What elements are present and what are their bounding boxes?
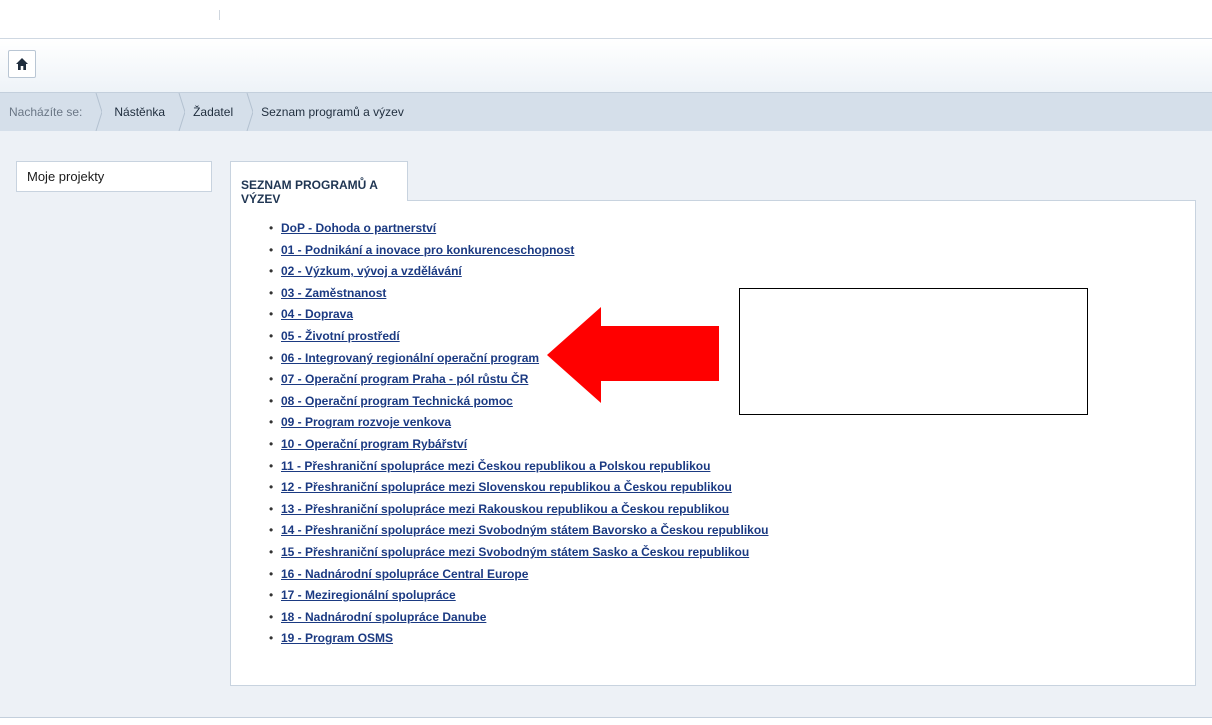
program-link[interactable]: 12 - Přeshraniční spolupráce mezi Sloven…	[281, 477, 732, 499]
program-link[interactable]: 03 - Zaměstnanost	[281, 283, 386, 305]
program-link[interactable]: 07 - Operační program Praha - pól růstu …	[281, 369, 528, 391]
bullet-icon: •	[269, 588, 274, 603]
list-item: • 10 - Operační program Rybářství	[269, 434, 768, 456]
header-bar	[0, 38, 1212, 92]
breadcrumb-item-label: Nástěnka	[114, 105, 166, 119]
program-link[interactable]: 06 - Integrovaný regionální operační pro…	[281, 348, 539, 370]
breadcrumb-item-label: Žadatel	[193, 105, 234, 119]
program-link[interactable]: 11 - Přeshraniční spolupráce mezi Českou…	[281, 456, 710, 478]
list-item: • 17 - Meziregionální spolupráce	[269, 585, 768, 607]
program-link[interactable]: 02 - Výzkum, vývoj a vzdělávání	[281, 261, 462, 283]
bullet-icon: •	[269, 393, 274, 408]
list-item: • 01 - Podnikání a inovace pro konkurence…	[269, 240, 768, 262]
sidebar-item-moje-projekty[interactable]: Moje projekty	[16, 161, 212, 192]
home-button[interactable]	[8, 50, 36, 78]
program-link[interactable]: 09 - Program rozvoje venkova	[281, 412, 451, 434]
list-item: • DoP - Dohoda o partnerství	[269, 218, 768, 240]
program-link[interactable]: 19 - Program OSMS	[281, 628, 393, 650]
divider	[219, 10, 220, 20]
bullet-icon: •	[269, 436, 274, 451]
bullet-icon: •	[269, 523, 274, 538]
bullet-icon: •	[269, 307, 274, 322]
bullet-icon: •	[269, 221, 274, 235]
bullet-icon: •	[269, 285, 274, 300]
list-item: • 03 - Zaměstnanost	[269, 283, 768, 305]
bullet-icon: •	[269, 631, 274, 646]
program-list: • DoP - Dohoda o partnerství • 01 - Podnik…	[269, 218, 768, 650]
breadcrumb-lead: Nacházíte se:	[0, 93, 103, 131]
program-link[interactable]: 15 - Přeshraniční spolupráce mezi Svobod…	[281, 542, 749, 564]
breadcrumb-item-label: Seznam programů a výzev	[261, 105, 404, 119]
breadcrumb-separator-icon	[90, 93, 103, 131]
list-item: • 12 - Přeshraniční spolupráce mezi Slove…	[269, 477, 768, 499]
bullet-icon: •	[269, 501, 274, 516]
bullet-icon: •	[269, 350, 274, 365]
bullet-icon: •	[269, 566, 274, 581]
program-list-panel: • DoP - Dohoda o partnerství • 01 - Podnik…	[230, 200, 1196, 686]
home-icon	[16, 58, 28, 70]
breadcrumb-lead-label: Nacházíte se:	[9, 105, 83, 119]
program-link[interactable]: 05 - Životní prostředí	[281, 326, 400, 348]
bullet-icon: •	[269, 415, 274, 430]
bullet-icon: •	[269, 242, 274, 257]
program-link[interactable]: 04 - Doprava	[281, 304, 353, 326]
list-item: • 13 - Přeshraniční spolupráce mezi Rakou…	[269, 499, 768, 521]
breadcrumb-item-zadatel[interactable]: Žadatel	[179, 93, 254, 131]
tab-seznam-programu[interactable]: SEZNAM PROGRAMŮ A VÝZEV	[230, 161, 408, 206]
program-link[interactable]: 14 - Přeshraniční spolupráce mezi Svobod…	[281, 520, 768, 542]
breadcrumb-item-nastenka[interactable]: Nástěnka	[96, 93, 186, 131]
program-link[interactable]: DoP - Dohoda o partnerství	[281, 218, 436, 240]
program-link[interactable]: 16 - Nadnárodní spolupráce Central Europ…	[281, 564, 528, 586]
annotation-box	[739, 288, 1088, 415]
breadcrumb-item-current: Seznam programů a výzev	[247, 93, 418, 131]
bullet-icon: •	[269, 328, 274, 343]
program-link[interactable]: 01 - Podnikání a inovace pro konkurences…	[281, 240, 574, 262]
list-item: • 19 - Program OSMS	[269, 628, 768, 650]
program-link[interactable]: 08 - Operační program Technická pomoc	[281, 391, 513, 413]
list-item: • 09 - Program rozvoje venkova	[269, 412, 768, 434]
program-link[interactable]: 10 - Operační program Rybářství	[281, 434, 467, 456]
bullet-icon: •	[269, 544, 274, 559]
program-link[interactable]: 18 - Nadnárodní spolupráce Danube	[281, 607, 486, 629]
list-item: • 14 - Přeshraniční spolupráce mezi Svobo…	[269, 520, 768, 542]
list-item: • 15 - Přeshraniční spolupráce mezi Svobo…	[269, 542, 768, 564]
bullet-icon: •	[269, 458, 274, 473]
list-item: • 02 - Výzkum, vývoj a vzdělávání	[269, 261, 768, 283]
content-area: Moje projekty SEZNAM PROGRAMŮ A VÝZEV • D…	[0, 131, 1212, 717]
list-item: • 16 - Nadnárodní spolupráce Central Euro…	[269, 564, 768, 586]
bullet-icon: •	[269, 609, 274, 624]
breadcrumb: Nacházíte se: Nástěnka Žadatel Seznam pr…	[0, 92, 1212, 132]
breadcrumb-separator-icon	[173, 93, 186, 131]
bullet-icon: •	[269, 480, 274, 495]
bullet-icon: •	[269, 372, 274, 387]
red-arrow-left-icon	[547, 307, 719, 403]
list-item: • 18 - Nadnárodní spolupráce Danube	[269, 607, 768, 629]
program-link[interactable]: 17 - Meziregionální spolupráce	[281, 585, 456, 607]
sidebar-item-label: Moje projekty	[27, 169, 105, 184]
top-strip	[0, 0, 1212, 38]
breadcrumb-separator-icon	[241, 93, 254, 131]
list-item: • 11 - Přeshraniční spolupráce mezi Česko…	[269, 456, 768, 478]
bullet-icon: •	[269, 264, 274, 279]
program-link[interactable]: 13 - Přeshraniční spolupráce mezi Rakous…	[281, 499, 729, 521]
